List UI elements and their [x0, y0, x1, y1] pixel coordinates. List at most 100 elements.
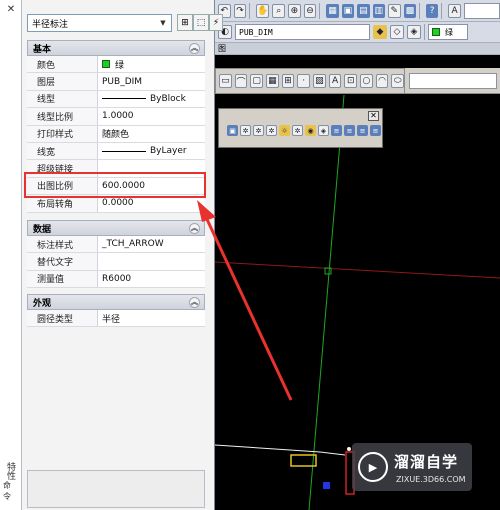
grip-point-end[interactable]	[347, 447, 351, 451]
property-value-text: R6000	[102, 273, 132, 284]
properties-palette: ✕ 特性 命令 半径标注 ▼ ⊞ ⬚ ⚡ 基本 ︽ 颜色 绿图层 PUB_DIM 线型 By…	[0, 0, 223, 510]
markup-icon[interactable]: ✎	[387, 3, 401, 18]
arc-icon[interactable]: ◠	[375, 74, 389, 88]
property-row[interactable]: 替代文字	[27, 253, 205, 271]
light-icon[interactable]: ◉	[305, 125, 316, 136]
table-icon[interactable]: ▦	[266, 74, 279, 88]
region-icon[interactable]: ▢	[250, 74, 264, 88]
rectangle-icon[interactable]: ▭	[219, 74, 232, 88]
help-icon[interactable]: ?	[425, 3, 439, 18]
quick-select-icon[interactable]: ⚡	[209, 14, 223, 31]
circle-icon[interactable]: ○	[360, 74, 373, 88]
toolbar-strip-label: 图	[218, 44, 226, 53]
color-select-label: 绿	[445, 27, 453, 37]
collapse-icon[interactable]: ︽	[189, 223, 200, 234]
gear-icon[interactable]: ✲	[240, 125, 251, 136]
color-select[interactable]: 绿	[428, 24, 468, 40]
property-value[interactable]: ByBlock	[98, 91, 205, 107]
property-row[interactable]: 圆径类型 半径	[27, 310, 205, 328]
section-header[interactable]: 数据 ︽	[27, 220, 205, 236]
layers-icon[interactable]: ≡	[357, 125, 368, 136]
text-style-select[interactable]	[463, 2, 500, 19]
layers-icon[interactable]: ≡	[344, 125, 355, 136]
property-value-text: ByBlock	[150, 93, 186, 104]
property-row[interactable]: 打印样式 随颜色	[27, 125, 205, 143]
property-value[interactable]: ByLayer	[98, 143, 205, 159]
properties-icon[interactable]: ▦	[326, 3, 339, 18]
section-title: 外观	[33, 298, 52, 309]
tool-palettes-icon[interactable]: ▤	[357, 3, 370, 18]
layer-select[interactable]: PUB_DIM	[235, 24, 370, 40]
sun-icon[interactable]: ☼	[279, 125, 290, 136]
polyline-icon[interactable]: ⌒	[234, 74, 248, 88]
property-value[interactable]: 1.0000	[98, 108, 205, 124]
ellipse-icon[interactable]: ⬭	[391, 74, 405, 88]
style-toolbar	[405, 68, 500, 94]
property-value[interactable]: PUB_DIM	[98, 73, 205, 89]
property-name: 打印样式	[27, 125, 98, 142]
property-value[interactable]: 半径	[98, 310, 205, 326]
property-value-text: ByLayer	[150, 146, 187, 157]
property-row[interactable]: 线宽 ByLayer	[27, 142, 205, 161]
property-row[interactable]: 图层 PUB_DIM	[27, 73, 205, 91]
property-row[interactable]: 测量值 R6000	[27, 270, 205, 289]
pan-icon[interactable]: ✋	[256, 3, 270, 18]
color-swatch-icon	[102, 60, 110, 69]
property-name: 线型比例	[27, 108, 98, 125]
object-type-label: 半径标注	[32, 19, 69, 30]
chevron-down-icon[interactable]: ▼	[157, 17, 169, 29]
close-icon[interactable]: ✕	[368, 111, 379, 121]
property-value[interactable]: 随颜色	[98, 126, 205, 142]
layers-icon[interactable]: ≡	[331, 125, 342, 136]
property-row[interactable]: 标注样式 _TCH_ARROW	[27, 236, 205, 254]
text-style-icon[interactable]: A	[448, 3, 461, 18]
layer-previous-icon[interactable]: ◇	[390, 25, 404, 39]
property-row[interactable]: 颜色 绿	[27, 56, 205, 74]
redo-icon[interactable]: ↷	[233, 3, 247, 18]
property-value-text: 绿	[115, 60, 125, 71]
material-icon[interactable]: ◈	[318, 125, 329, 136]
section-header[interactable]: 外观 ︽	[27, 294, 205, 310]
property-value-text: 0.0000	[102, 198, 134, 209]
zoom-previous-icon[interactable]: ⊖	[303, 3, 317, 18]
calculator-icon[interactable]: ▩	[403, 3, 417, 18]
collapse-icon[interactable]: ︽	[189, 297, 200, 308]
description-panel	[27, 470, 205, 508]
point-icon[interactable]: ·	[297, 74, 311, 88]
view-icon[interactable]: ▣	[227, 125, 238, 136]
watermark-title: 溜溜自学	[394, 453, 459, 471]
property-row[interactable]: 线型比例 1.0000	[27, 108, 205, 126]
block-icon[interactable]: ⊞	[281, 74, 295, 88]
object-type-select[interactable]: 半径标注 ▼	[27, 14, 172, 32]
property-row[interactable]: 线型 ByBlock	[27, 90, 205, 109]
style-select[interactable]	[409, 72, 497, 89]
color-swatch-icon	[432, 28, 440, 36]
close-icon[interactable]: ✕	[5, 4, 17, 16]
sheet-set-icon[interactable]: ▥	[372, 3, 385, 18]
property-value[interactable]: _TCH_ARROW	[98, 236, 205, 252]
toggle-pickadd-icon[interactable]: ⊞	[177, 14, 193, 31]
property-value[interactable]: R6000	[98, 271, 205, 287]
palette-title-strip[interactable]: ✕ 特性 命令	[0, 0, 22, 510]
text-icon[interactable]: A	[328, 74, 342, 88]
watermark-logo: ▶ 溜溜自学 ZIXUE.3D66.COM	[352, 443, 472, 491]
property-value[interactable]: 绿	[98, 56, 205, 72]
layer-iso-icon[interactable]: ◈	[407, 25, 421, 39]
gear-icon[interactable]: ✲	[292, 125, 303, 136]
gear-icon[interactable]: ✲	[253, 125, 264, 136]
make-current-layer-icon[interactable]: ◆	[373, 25, 387, 39]
design-center-icon[interactable]: ▣	[341, 3, 355, 18]
collapse-icon[interactable]: ︽	[189, 43, 200, 54]
grip-point[interactable]	[323, 482, 330, 489]
property-value[interactable]	[98, 253, 205, 269]
zoom-window-icon[interactable]: ⊕	[288, 3, 301, 18]
layers-icon[interactable]: ≡	[370, 125, 381, 136]
zoom-realtime-icon[interactable]: ⌕	[272, 3, 286, 18]
section-header[interactable]: 基本 ︽	[27, 40, 205, 56]
hatch-icon[interactable]: ▧	[313, 74, 326, 88]
gear-icon[interactable]: ✲	[266, 125, 277, 136]
floating-toolbar[interactable]: ✕ ▣ ✲ ✲ ✲ ☼ ✲ ◉ ◈ ≡ ≡ ≡ ≡	[218, 108, 383, 148]
property-value-text: 1.0000	[102, 111, 134, 122]
select-objects-icon[interactable]: ⬚	[193, 14, 209, 31]
insert-icon[interactable]: ⊡	[344, 74, 358, 88]
